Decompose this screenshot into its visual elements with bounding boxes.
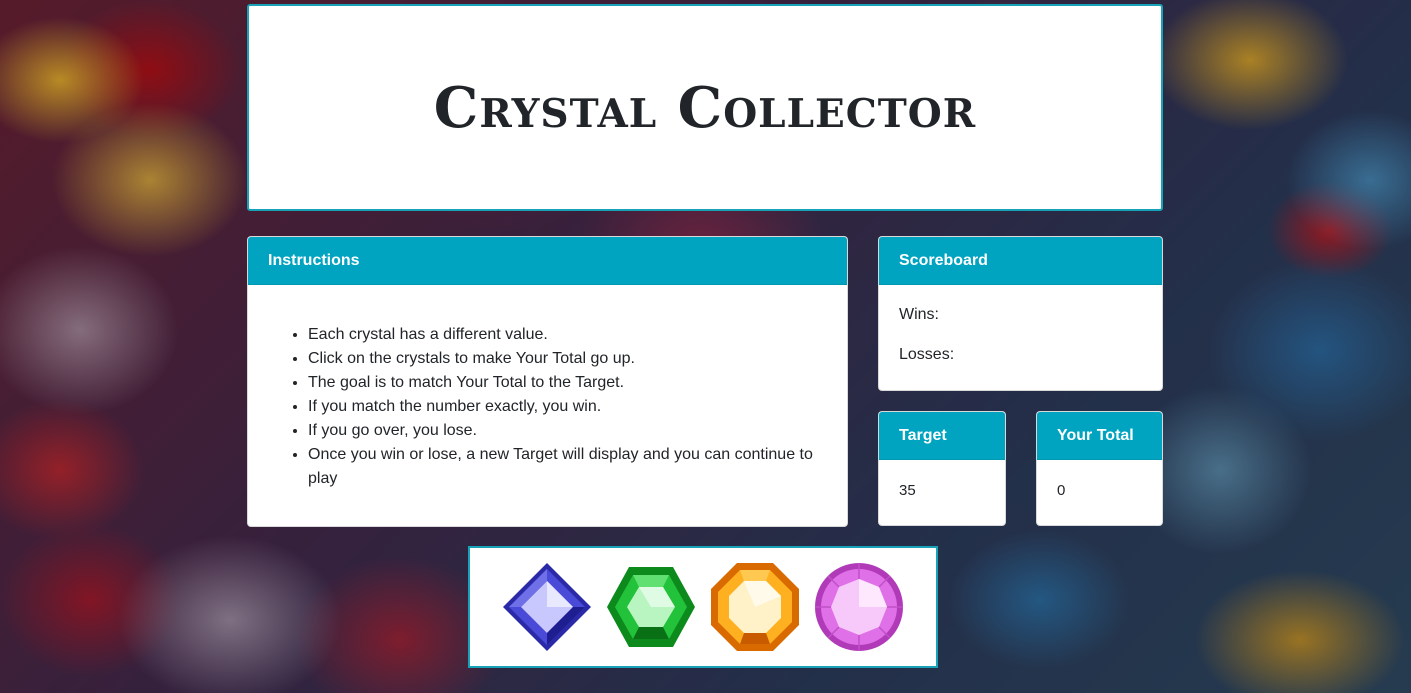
page-title: Crystal Collector bbox=[433, 74, 977, 141]
total-card: Your Total 0 bbox=[1036, 411, 1163, 526]
wins-label: Wins: bbox=[899, 306, 939, 323]
list-item: Click on the crystals to make Your Total… bbox=[308, 347, 827, 371]
target-header: Target bbox=[879, 412, 1005, 460]
target-value: 35 bbox=[899, 482, 916, 499]
scoreboard-header: Scoreboard bbox=[879, 237, 1162, 285]
instructions-list: Each crystal has a different value. Clic… bbox=[268, 323, 827, 491]
losses-label: Losses: bbox=[899, 346, 955, 363]
list-item: The goal is to match Your Total to the T… bbox=[308, 371, 827, 395]
total-value: 0 bbox=[1057, 482, 1066, 499]
instructions-card: Instructions Each crystal has a differen… bbox=[247, 236, 848, 527]
list-item: Each crystal has a different value. bbox=[308, 323, 827, 347]
pink-crystal-icon[interactable] bbox=[813, 561, 905, 653]
instructions-body: Each crystal has a different value. Clic… bbox=[248, 285, 847, 511]
list-item: Once you win or lose, a new Target will … bbox=[308, 443, 827, 491]
target-card: Target 35 bbox=[878, 411, 1006, 526]
scoreboard-card: Scoreboard Wins: Losses: bbox=[878, 236, 1163, 391]
total-header: Your Total bbox=[1037, 412, 1162, 460]
instructions-header: Instructions bbox=[248, 237, 847, 285]
crystal-tray bbox=[468, 546, 938, 668]
blue-crystal-icon[interactable] bbox=[501, 561, 593, 653]
orange-crystal-icon[interactable] bbox=[709, 561, 801, 653]
list-item: If you go over, you lose. bbox=[308, 419, 827, 443]
title-card: Crystal Collector bbox=[247, 4, 1163, 211]
green-crystal-icon[interactable] bbox=[605, 561, 697, 653]
scoreboard-body: Wins: Losses: bbox=[879, 285, 1162, 390]
list-item: If you match the number exactly, you win… bbox=[308, 395, 827, 419]
